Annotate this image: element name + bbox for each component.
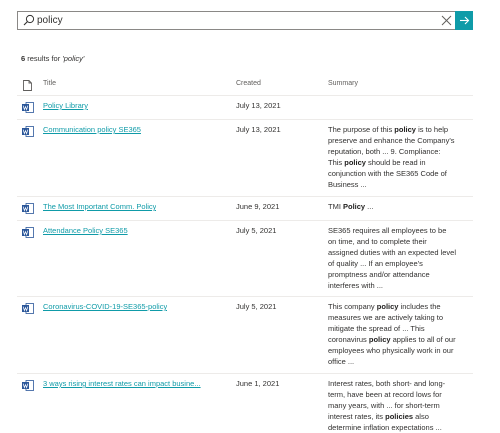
result-created-date: July 13, 2021 <box>236 101 281 110</box>
result-count-query: 'policy' <box>62 54 85 63</box>
result-count-prefix: results for <box>27 54 61 63</box>
result-created-date: July 5, 2021 <box>236 226 277 235</box>
document-icon[interactable] <box>23 80 32 91</box>
summary-highlight: policy <box>376 302 399 311</box>
summary-highlight: policy <box>394 125 416 134</box>
summary-highlight: Policy <box>343 202 366 211</box>
column-header-title[interactable]: Title <box>43 80 56 87</box>
result-title-link[interactable]: The Most Important Comm. Policy <box>43 202 156 211</box>
summary-highlight: policies <box>385 412 414 421</box>
close-icon[interactable] <box>441 15 452 26</box>
result-summary: Interest rates, both short- and long-ter… <box>328 379 446 432</box>
search-icon <box>23 14 35 26</box>
word-file-icon <box>22 303 34 314</box>
row-divider <box>17 119 473 120</box>
search-submit-button[interactable] <box>455 11 473 30</box>
result-summary: SE365 requires all employees to be on ti… <box>328 226 456 290</box>
word-file-icon <box>22 126 34 137</box>
header-divider <box>17 95 473 96</box>
search-box[interactable] <box>17 11 456 30</box>
column-header-created[interactable]: Created <box>236 80 261 87</box>
result-title-link[interactable]: Coronavirus-COVID-19-SE365-policy <box>43 302 167 311</box>
arrow-right-icon <box>459 16 469 25</box>
result-summary: The purpose of this policy is to help pr… <box>328 125 455 189</box>
result-title-link[interactable]: Attendance Policy SE365 <box>43 226 128 235</box>
word-file-icon <box>22 102 34 113</box>
result-summary: This company policy includes the measure… <box>328 302 456 366</box>
result-created-date: July 5, 2021 <box>236 302 277 311</box>
result-title-link[interactable]: Policy Library <box>43 101 88 110</box>
result-count-number: 6 <box>21 54 26 63</box>
result-count: 6 results for 'policy' <box>21 54 84 63</box>
result-title-link[interactable]: Communication policy SE365 <box>43 125 141 134</box>
result-created-date: June 1, 2021 <box>236 379 280 388</box>
row-divider <box>17 196 473 197</box>
summary-highlight: policy <box>368 335 391 344</box>
search-bar <box>17 11 473 30</box>
word-file-icon <box>22 203 34 214</box>
column-header-summary[interactable]: Summary <box>328 80 358 87</box>
word-file-icon <box>22 227 34 238</box>
row-divider <box>17 296 473 297</box>
word-file-icon <box>22 380 34 391</box>
result-created-date: June 9, 2021 <box>236 202 280 211</box>
row-divider <box>17 220 473 221</box>
search-input[interactable] <box>37 13 432 28</box>
result-title-link[interactable]: 3 ways rising interest rates can impact … <box>43 379 201 388</box>
result-summary: TMI Policy ... <box>328 202 374 211</box>
summary-highlight: policy <box>344 158 366 167</box>
result-created-date: July 13, 2021 <box>236 125 281 134</box>
row-divider <box>17 373 473 374</box>
